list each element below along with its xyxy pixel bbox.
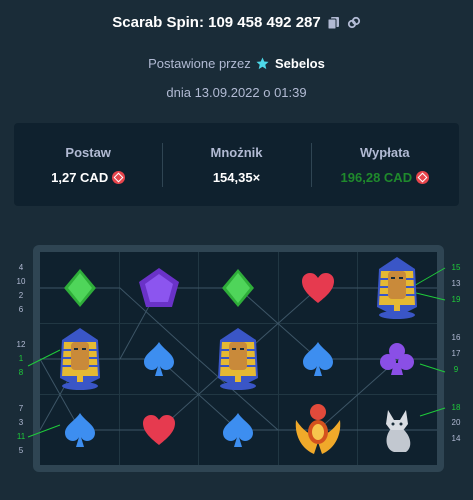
payline-number: 8 — [18, 368, 24, 377]
blue-spade-icon — [199, 394, 278, 465]
payline-number: 15 — [451, 263, 461, 272]
link-icon[interactable] — [347, 16, 361, 30]
payline-number: 19 — [451, 295, 461, 304]
stat-multiplier: Mnożnik 154,35× — [162, 123, 310, 206]
payline-number: 18 — [451, 403, 461, 412]
payout-value: 196,28 CAD — [340, 169, 413, 185]
payline-number: 2 — [18, 291, 24, 300]
payout-value-row: 196,28 CAD — [341, 170, 430, 185]
bet-value: 1,27 CAD — [51, 169, 109, 185]
blue-spade-icon — [119, 323, 198, 394]
multiplier-value: 154,35× — [212, 169, 261, 185]
stat-payout: Wypłata 196,28 CAD — [310, 123, 459, 206]
bet-date: dnia 13.09.2022 o 01:39 — [166, 85, 307, 100]
blue-spade-icon — [278, 323, 357, 394]
red-heart-icon — [278, 252, 357, 323]
payline-number: 6 — [18, 305, 24, 314]
payline-number: 11 — [16, 432, 26, 441]
title-row: Scarab Spin: 109 458 492 287 — [0, 14, 473, 31]
placed-by-prefix: Postawione przez — [148, 56, 251, 71]
payout-label: Wypłata — [360, 144, 410, 160]
payline-number: 5 — [18, 446, 24, 455]
star-icon — [256, 57, 269, 70]
stat-bet: Postaw 1,27 CAD — [14, 123, 162, 206]
coin-icon — [112, 170, 126, 184]
golden-scarab-icon — [278, 394, 357, 465]
purple-pentagon-icon — [119, 252, 198, 323]
payline-number: 7 — [18, 404, 24, 413]
multiplier-label: Mnożnik — [210, 144, 263, 160]
pharaoh-icon — [199, 323, 278, 394]
pharaoh-icon — [40, 323, 119, 394]
payline-number: 16 — [451, 333, 461, 342]
payline-number: 10 — [16, 277, 26, 286]
copy-icon[interactable] — [327, 16, 341, 30]
game-title: Scarab Spin: 109 458 492 287 — [112, 14, 321, 31]
payline-number: 20 — [451, 418, 461, 427]
blue-spade-icon — [40, 394, 119, 465]
payline-number: 14 — [451, 434, 461, 443]
purple-club-icon — [358, 323, 437, 394]
payline-number: 17 — [451, 349, 461, 358]
payline-number: 3 — [18, 418, 24, 427]
coin-icon — [416, 170, 430, 184]
payline-number: 1 — [18, 354, 24, 363]
username-link[interactable]: Sebelos — [275, 56, 325, 71]
stats-panel: Postaw 1,27 CAD Mnożnik 154,35× Wypłata … — [14, 123, 459, 206]
payline-number: 13 — [451, 279, 461, 288]
green-diamond-icon — [199, 252, 278, 323]
placed-by: Postawione przez Sebelos — [0, 56, 473, 71]
payline-number: 9 — [453, 365, 459, 374]
green-diamond-icon — [40, 252, 119, 323]
bet-label: Postaw — [65, 144, 111, 160]
payline-number: 4 — [18, 263, 24, 272]
payline-number: 12 — [16, 340, 26, 349]
bet-value-row: 1,27 CAD — [51, 169, 126, 185]
red-heart-icon — [119, 394, 198, 465]
grey-cat-icon — [358, 394, 437, 465]
pharaoh-icon — [358, 252, 437, 323]
